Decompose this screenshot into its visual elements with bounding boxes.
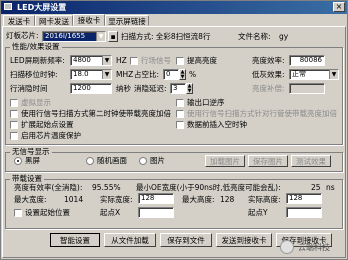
extend-start-label: 扩展起始点设置 (21, 120, 74, 129)
output-reverse-checkbox[interactable] (176, 99, 184, 107)
insert-empty-clock-checkbox[interactable] (176, 121, 184, 129)
perf-legend: 性能/效果设置 (10, 42, 62, 51)
virtual-display-checkbox[interactable] (10, 99, 18, 107)
scan-clock-value: 18.0 (73, 70, 89, 78)
tab-send-card[interactable]: 发送卡 (3, 15, 35, 26)
window-title: LED大屏设置 (17, 3, 67, 12)
chevron-down-icon: ▼ (96, 32, 105, 41)
efficiency-value: 95.55% (92, 183, 121, 192)
actual-width-label: 实际宽度: (100, 195, 133, 204)
vsync-checkbox[interactable] (130, 57, 138, 65)
file-name-label: 文件名称: (238, 32, 271, 41)
chip-temp-checkbox[interactable] (10, 132, 18, 140)
brightness-comp-field[interactable] (289, 83, 325, 94)
max-height-label: 最大高度: (182, 195, 215, 204)
load-picture-button[interactable]: 加载图片 (205, 155, 245, 167)
virtual-display-label: 虚拟显示 (21, 98, 51, 107)
row-signal-double-checkbox[interactable] (10, 110, 18, 118)
random-screen-label: 随机画面 (97, 156, 127, 165)
close-button[interactable]: × (333, 2, 345, 12)
gray-mode-value: 正常 (292, 70, 306, 78)
actual-width-field[interactable]: 128 (138, 193, 174, 204)
blank-delay-field[interactable]: 3 (170, 83, 186, 94)
file-name-value: gy (279, 32, 289, 41)
tab-receive-card[interactable]: 接收卡 (73, 14, 105, 26)
set-start-checkbox[interactable] (14, 209, 22, 217)
set-start-label: 设置起始位置 (25, 208, 70, 217)
black-screen-label: 黑屏 (25, 156, 40, 165)
row-hidden-label: 行消隐时间 (10, 84, 48, 93)
duty-label: 占空比: (134, 70, 160, 79)
start-x-label: 起点X (100, 208, 121, 217)
led-refresh-value: 4800 (73, 56, 91, 64)
random-screen-radio[interactable] (86, 157, 94, 165)
insert-empty-clock-label: 数据前插入空时钟 (187, 120, 247, 129)
light-board-value: 2016Ⅰ/1655 (45, 32, 86, 40)
load-legend: 带载设置 (10, 174, 44, 183)
row-signal-tube-checkbox[interactable] (176, 110, 184, 118)
picture-radio[interactable] (139, 157, 147, 165)
start-x-field[interactable] (138, 207, 174, 218)
light-board-label: 灯板芯片: (6, 31, 39, 40)
watermark-logo-icon (280, 240, 294, 254)
duty-spinner[interactable]: ▲ ▼ (179, 69, 186, 80)
load-from-file-button[interactable]: 从文件加载 (104, 233, 156, 247)
max-width-value: 1014 (64, 195, 84, 204)
extend-start-checkbox[interactable] (10, 121, 18, 129)
row-signal-double-label: 使用行信号扫描方式第二时钟使带载亮度加倍 (21, 109, 171, 118)
save-to-file-button[interactable]: 保存到文件 (160, 233, 212, 247)
tab-net-send[interactable]: 网卡发送 (35, 15, 73, 26)
chevron-down-icon: ▼ (102, 70, 111, 79)
max-height-value: 128 (220, 195, 235, 204)
row-signal-tube-label: 使用行信号扫描方式针对行管使带载亮度加倍 (187, 109, 337, 118)
brightness-eff-label: 亮度效率: (252, 56, 285, 65)
min-oe-text: 最小OE宽度(小于90ns时,低亮度可能会乱): (136, 183, 281, 192)
start-y-field[interactable] (286, 207, 322, 218)
save-picture-button[interactable]: 保存图片 (248, 155, 288, 167)
scan-mode-text: 扫描方式: 全彩8扫恒流8行 (121, 32, 211, 41)
gray-mode-label: 低灰效果: (252, 70, 285, 79)
chevron-down-icon: ▼ (329, 70, 338, 79)
min-oe-value: 25 (311, 183, 321, 192)
min-oe-unit: ns (326, 183, 335, 192)
test-effect-button[interactable]: 测试效果 (291, 155, 331, 167)
send-to-receiver-button[interactable]: 发送到接收卡 (216, 233, 272, 247)
boost-brightness-checkbox[interactable] (176, 57, 184, 65)
tab-screen-link[interactable]: 显示屏链接 (105, 15, 149, 26)
max-width-label: 最大宽度: (14, 195, 47, 204)
scan-clock-label: 扫描移位时钟: (10, 70, 58, 79)
scan-clock-select[interactable]: 18.0 ▼ (70, 69, 112, 80)
start-y-label: 起点Y (248, 208, 268, 217)
ns-unit: 纳秒 (116, 84, 131, 93)
chip-temp-label: 启用芯片温度保护 (21, 131, 81, 140)
blank-delay-spinner[interactable]: ▲ ▼ (186, 83, 193, 94)
brightness-eff-field[interactable]: 80086 (289, 55, 325, 66)
title-bar: LED大屏设置 (1, 1, 347, 14)
vsync-label: 行场信号 (141, 56, 171, 65)
output-reverse-label: 输出口逆序 (187, 98, 225, 107)
hz-unit: HZ (116, 56, 127, 65)
duty-percent: % (189, 70, 197, 79)
light-board-more-button[interactable]: ▪ (108, 31, 118, 42)
blank-delay-label: 消隐延迟: (134, 84, 167, 93)
app-icon (4, 3, 12, 10)
brightness-comp-label: 亮度补偿: (252, 84, 285, 93)
watermark-text: 云端科技 (298, 243, 330, 252)
black-screen-radio[interactable] (14, 157, 22, 165)
gray-mode-select[interactable]: 正常 ▼ (289, 69, 339, 80)
boost-brightness-label: 提高亮度 (187, 56, 217, 65)
led-refresh-select[interactable]: 4800 ▼ (70, 55, 112, 66)
smart-setup-button[interactable]: 智能设置 (50, 233, 100, 247)
mhz-unit: MHZ (116, 70, 134, 79)
picture-label: 图片 (150, 156, 165, 165)
efficiency-label: 亮度有效率(全消隐): (14, 183, 83, 192)
no-signal-legend: 无信号显示 (10, 147, 52, 156)
chevron-down-icon: ▼ (102, 56, 111, 65)
led-refresh-label: LED屏刷新频率: (10, 56, 65, 65)
actual-height-field[interactable]: 128 (286, 193, 322, 204)
actual-height-label: 实际高度: (248, 195, 281, 204)
light-board-select[interactable]: 2016Ⅰ/1655 ▼ (42, 31, 106, 42)
row-hidden-field[interactable]: 1200 (70, 83, 112, 94)
duty-field[interactable]: 0 (163, 69, 179, 80)
